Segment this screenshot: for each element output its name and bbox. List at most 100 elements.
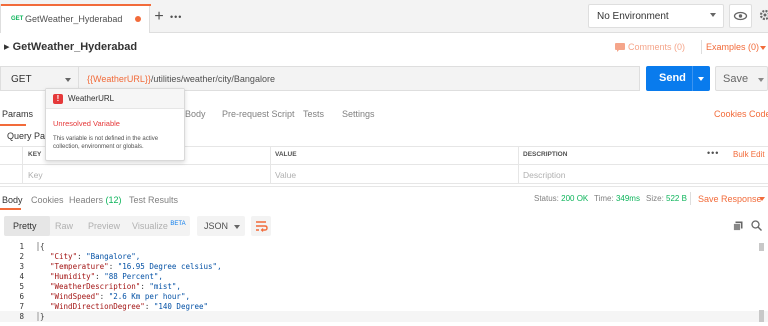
save-response-button[interactable]: Save Response xyxy=(698,194,762,204)
column-header-description: DESCRIPTION xyxy=(523,151,568,158)
settings-button[interactable] xyxy=(756,4,768,28)
json-value: "140 Degree" xyxy=(153,302,209,311)
tab-tests[interactable]: Tests xyxy=(303,109,324,119)
json-key: "Temperature" xyxy=(50,262,109,271)
headers-label: Headers xyxy=(69,195,104,205)
code-line: "Humidity": "88 Percent", xyxy=(50,272,163,281)
table-more-button[interactable]: ••• xyxy=(707,148,719,158)
divider xyxy=(0,186,768,187)
response-status: Status: 200 OK xyxy=(534,194,588,203)
tab-more-button[interactable]: ••• xyxy=(170,12,182,22)
response-tab-test-results[interactable]: Test Results xyxy=(129,195,178,205)
url-text: {{WeatherURL}}/utilities/weather/city/Ba… xyxy=(87,74,275,84)
environment-quick-look-button[interactable] xyxy=(729,4,752,28)
line-number: 3 xyxy=(19,262,24,271)
unsaved-dot-icon[interactable] xyxy=(135,16,141,22)
gear-icon xyxy=(759,9,768,21)
url-variable[interactable]: {{WeatherURL}} xyxy=(87,74,151,84)
json-key: "City" xyxy=(50,252,78,261)
json-value: "16.95 Degree celsius", xyxy=(117,262,222,271)
tab-active-indicator xyxy=(0,208,21,210)
time-value[interactable]: 349ms xyxy=(616,194,640,203)
tooltip-message: This variable is not defined in the acti… xyxy=(53,136,159,150)
tab-bar: GET GetWeather_Hyderabad + ••• No Enviro… xyxy=(0,0,768,33)
code-link[interactable]: Code xyxy=(749,109,768,119)
examples-dropdown[interactable]: Examples (0) xyxy=(706,42,759,52)
send-button[interactable]: Send xyxy=(646,66,710,91)
chevron-down-icon[interactable] xyxy=(698,77,704,81)
response-time: Time: 349ms xyxy=(594,194,640,203)
response-tab-cookies[interactable]: Cookies xyxy=(31,195,64,205)
search-icon[interactable] xyxy=(751,220,762,231)
status-label: Status: xyxy=(534,194,559,203)
divider xyxy=(692,66,693,91)
format-pretty[interactable]: Pretty xyxy=(13,221,37,231)
response-tab-headers[interactable]: Headers (12) xyxy=(69,195,122,205)
environment-label: No Environment xyxy=(597,11,669,22)
param-key-input[interactable]: Key xyxy=(28,170,43,180)
chevron-down-icon[interactable] xyxy=(758,78,764,82)
response-tab-body[interactable]: Body xyxy=(2,195,23,205)
copy-icon[interactable] xyxy=(733,221,743,231)
format-raw[interactable]: Raw xyxy=(55,221,73,231)
json-value: "88 Percent", xyxy=(104,272,163,281)
environment-select[interactable]: No Environment xyxy=(588,4,724,28)
json-key: "WindSpeed" xyxy=(50,292,100,301)
tab-active-indicator xyxy=(0,124,26,126)
chevron-down-icon[interactable] xyxy=(759,197,765,201)
line-number: 2 xyxy=(19,252,24,261)
chevron-down-icon xyxy=(760,46,766,50)
bulk-edit-link[interactable]: Bulk Edit xyxy=(733,150,765,159)
divider xyxy=(0,183,768,184)
json-key: "Humidity" xyxy=(50,272,96,281)
divider xyxy=(0,164,768,165)
json-value: "mist", xyxy=(149,282,181,291)
wrap-lines-button[interactable] xyxy=(251,216,271,236)
format-type-select[interactable]: JSON xyxy=(197,216,245,236)
json-key: "WindDirectionDegree" xyxy=(50,302,145,311)
warning-icon: ! xyxy=(53,94,63,104)
scrollbar-marker[interactable] xyxy=(759,243,764,251)
cookies-link[interactable]: Cookies xyxy=(714,109,747,119)
save-button[interactable]: Save xyxy=(715,66,768,91)
comments-link[interactable]: Comments (0) xyxy=(628,42,685,52)
status-value[interactable]: 200 OK xyxy=(561,194,588,203)
tab-settings[interactable]: Settings xyxy=(342,109,375,119)
request-name[interactable]: ▸ GetWeather_Hyderabad xyxy=(4,40,137,53)
visualize-label: Visualize xyxy=(132,221,168,231)
tab-active-indicator xyxy=(1,4,151,6)
param-description-input[interactable]: Description xyxy=(523,170,566,180)
response-body-viewer[interactable]: 1 { 2 "City": "Bangalore", 3 "Temperatur… xyxy=(0,240,768,326)
code-line: "WindSpeed": "2.6 Km per hour", xyxy=(50,292,190,301)
tab-title: GetWeather_Hyderabad xyxy=(25,14,123,24)
size-label: Size: xyxy=(646,194,664,203)
tab-params[interactable]: Params xyxy=(2,109,33,119)
save-label: Save xyxy=(723,73,749,85)
param-value-input[interactable]: Value xyxy=(275,170,296,180)
line-number: 4 xyxy=(19,272,24,281)
query-params-label: Query Par xyxy=(7,131,49,141)
code-line: "WeatherDescription": "mist", xyxy=(50,282,181,291)
tooltip-header: ! WeatherURL xyxy=(46,89,184,109)
tab-body[interactable]: Body xyxy=(185,109,206,119)
format-toggle: Pretty Raw Preview Visualize BETA xyxy=(4,216,190,236)
active-line-highlight xyxy=(0,311,768,322)
request-title: GetWeather_Hyderabad xyxy=(12,41,138,53)
format-visualize[interactable]: Visualize BETA xyxy=(132,221,186,231)
time-label: Time: xyxy=(594,194,614,203)
chevron-down-icon xyxy=(710,13,716,17)
divider xyxy=(701,40,702,54)
tab-pre-request-script[interactable]: Pre-request Script xyxy=(222,109,295,119)
code-line: } xyxy=(40,312,45,321)
headers-count: (12) xyxy=(105,195,122,205)
divider xyxy=(518,146,519,184)
size-value[interactable]: 522 B xyxy=(666,194,687,203)
line-number: 1 xyxy=(19,242,24,251)
request-tab[interactable]: GET GetWeather_Hyderabad xyxy=(0,4,151,33)
column-header-key: KEY xyxy=(28,151,42,158)
format-preview[interactable]: Preview xyxy=(88,221,120,231)
new-tab-button[interactable]: + xyxy=(150,4,168,33)
scrollbar-marker[interactable] xyxy=(759,310,764,322)
json-key: "WeatherDescription" xyxy=(50,282,141,291)
bracket-match xyxy=(37,242,39,251)
